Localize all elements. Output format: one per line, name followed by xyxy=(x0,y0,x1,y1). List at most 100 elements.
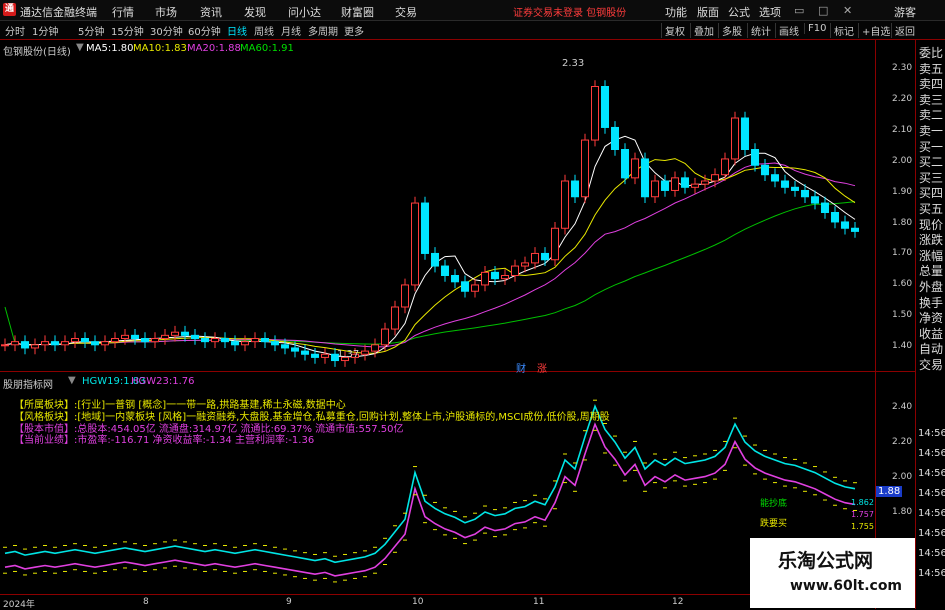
candle-body xyxy=(211,338,219,343)
candle-body xyxy=(291,347,299,352)
menu-xuanxiang[interactable]: 选项 xyxy=(759,4,781,20)
tool-duogu[interactable]: 多股 xyxy=(718,23,742,38)
date-label: 2024年 xyxy=(3,600,35,610)
quote-label[interactable]: 买五 xyxy=(919,200,943,217)
tool-back[interactable]: 返回 xyxy=(891,23,915,38)
menu-zixun[interactable]: 资讯 xyxy=(200,4,222,20)
close-icon[interactable]: ✕ xyxy=(843,4,852,17)
ind-tick: 2.40 xyxy=(892,402,913,412)
quote-label[interactable]: 现价 xyxy=(919,216,943,233)
tab-60min[interactable]: 60分钟 xyxy=(188,23,221,38)
candle-body xyxy=(381,328,389,346)
tab-weekly[interactable]: 周线 xyxy=(254,23,274,38)
candle-body xyxy=(651,180,659,198)
price-tick: 1.80 xyxy=(892,217,913,228)
menu-shichang[interactable]: 市场 xyxy=(155,4,177,20)
tab-1min[interactable]: 1分钟 xyxy=(32,23,58,38)
quote-label[interactable]: 收益 xyxy=(919,325,943,342)
price-tick: 2.00 xyxy=(892,155,913,166)
candle-body xyxy=(241,341,249,346)
price-tick: 1.70 xyxy=(892,248,913,259)
quote-label[interactable]: 交易 xyxy=(919,356,943,373)
tool-fuquan[interactable]: 复权 xyxy=(661,23,685,38)
tool-huaxian[interactable]: 画线 xyxy=(775,23,799,38)
candle-body xyxy=(671,177,679,191)
candle-body xyxy=(661,180,669,191)
cai-marker[interactable]: 财 xyxy=(516,360,526,375)
quote-label[interactable]: 总量 xyxy=(919,262,943,279)
candle-body xyxy=(641,158,649,198)
candle-body xyxy=(791,186,799,191)
candle-body xyxy=(491,271,499,280)
tool-add-watchlist[interactable]: +自选 xyxy=(858,23,890,38)
quote-label[interactable]: 买四 xyxy=(919,184,943,201)
chevron-down-icon[interactable]: ▼ xyxy=(68,375,76,386)
user-label[interactable]: 游客 xyxy=(894,4,916,20)
menu-faxian[interactable]: 发现 xyxy=(244,4,266,20)
tool-f10[interactable]: F10 xyxy=(804,23,826,34)
quote-label[interactable]: 买三 xyxy=(919,169,943,186)
quote-label[interactable]: 换手 xyxy=(919,294,943,311)
ma20-line xyxy=(4,162,856,348)
quote-label[interactable]: 卖五 xyxy=(919,60,943,77)
tab-monthly[interactable]: 月线 xyxy=(281,23,301,38)
tab-multi-period[interactable]: 多周期 xyxy=(308,23,338,38)
tab-30min[interactable]: 30分钟 xyxy=(150,23,183,38)
zhang-marker[interactable]: 涨 xyxy=(537,360,547,375)
ind-label-a: 1.862 xyxy=(851,498,874,507)
candle-body xyxy=(621,149,629,179)
login-status[interactable]: 证券交易未登录 包钢股份 xyxy=(513,4,626,19)
candle-body xyxy=(591,86,599,141)
app-logo-icon: 通 xyxy=(3,3,16,16)
tab-fenshi[interactable]: 分时 xyxy=(5,23,25,38)
quote-label[interactable]: 涨跌 xyxy=(919,231,943,248)
price-axis-divider xyxy=(875,40,876,609)
tool-diejia[interactable]: 叠加 xyxy=(690,23,714,38)
candle-body xyxy=(41,341,49,346)
candle-body xyxy=(161,334,169,340)
menu-caifuquan[interactable]: 财富圈 xyxy=(341,4,374,20)
tool-tongji[interactable]: 统计 xyxy=(747,23,771,38)
candle-body xyxy=(21,341,29,349)
candlestick-chart[interactable] xyxy=(0,55,875,370)
ma60-label: MA60:1.91 xyxy=(240,43,294,54)
tab-5min[interactable]: 5分钟 xyxy=(78,23,104,38)
quote-label[interactable]: 买一 xyxy=(919,138,943,155)
chevron-down-icon[interactable]: ▼ xyxy=(76,42,84,53)
candle-body xyxy=(51,341,59,346)
ma10-line xyxy=(4,158,856,354)
quote-label[interactable]: 卖四 xyxy=(919,75,943,92)
menu-gongneng[interactable]: 功能 xyxy=(665,4,687,20)
quote-label[interactable]: 涨幅 xyxy=(919,247,943,264)
quote-label[interactable]: 委比 xyxy=(919,44,943,61)
menu-wenxiaoda[interactable]: 问小达 xyxy=(288,4,321,20)
candle-body xyxy=(111,338,119,343)
menu-gongshi[interactable]: 公式 xyxy=(728,4,750,20)
quote-label[interactable]: 外盘 xyxy=(919,278,943,295)
quote-label[interactable]: 卖三 xyxy=(919,91,943,108)
candle-body xyxy=(361,350,369,355)
candle-body xyxy=(61,341,69,346)
time-label: 14:56 xyxy=(918,468,945,479)
tab-more[interactable]: 更多 xyxy=(344,23,364,38)
ma60-line xyxy=(4,201,856,346)
price-tick: 2.10 xyxy=(892,124,913,135)
maximize-icon[interactable]: □ xyxy=(818,4,828,17)
tab-daily[interactable]: 日线 xyxy=(227,23,247,38)
minimize-icon[interactable]: ▭ xyxy=(794,4,804,17)
menu-hangqing[interactable]: 行情 xyxy=(112,4,134,20)
menu-banmian[interactable]: 版面 xyxy=(697,4,719,20)
quote-label[interactable]: 卖一 xyxy=(919,122,943,139)
tool-biaoji[interactable]: 标记 xyxy=(830,23,854,38)
candle-body xyxy=(561,180,569,229)
candle-body xyxy=(411,202,419,286)
quote-label[interactable]: 卖二 xyxy=(919,106,943,123)
quote-label[interactable]: 买二 xyxy=(919,153,943,170)
quote-label[interactable]: 自动 xyxy=(919,340,943,357)
date-label: 11 xyxy=(533,597,545,607)
candle-body xyxy=(481,271,489,286)
tab-15min[interactable]: 15分钟 xyxy=(111,23,144,38)
menu-jiaoyi[interactable]: 交易 xyxy=(395,4,417,20)
quote-label[interactable]: 净资 xyxy=(919,309,943,326)
time-label: 14:56 xyxy=(918,488,945,499)
